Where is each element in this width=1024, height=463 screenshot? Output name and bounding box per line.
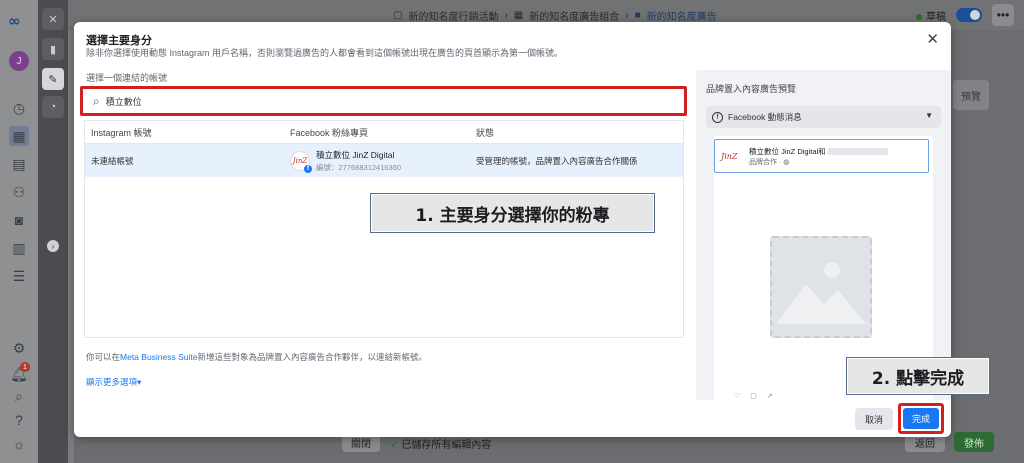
- ad-actions: ♡ ▢ ↗: [734, 393, 777, 400]
- ad-meta-text: 品牌合作 ·: [749, 158, 784, 166]
- table-row[interactable]: 未連結帳號 JinZ f 積立數位 JinZ Digital 編號：277688…: [85, 144, 683, 177]
- ad-crumb-icon: ■: [634, 10, 641, 21]
- footnote-prefix: 你可以在: [86, 352, 121, 362]
- ad-page-logo: JinZ: [721, 151, 738, 161]
- meta-logo[interactable]: ∞: [8, 12, 21, 30]
- avatar[interactable]: J: [9, 51, 29, 71]
- breadcrumb: ▢ 新的知名度行銷活動 › ▦ 新的知名度廣告組合 › ■ 新的知名度廣告: [393, 8, 717, 23]
- dashboard-icon[interactable]: ◷: [9, 98, 29, 118]
- cell-status: 受管理的帳號，品牌置入內容廣告合作關係: [476, 155, 638, 166]
- saved-status: ✓ 已儲存所有編輯內容: [390, 436, 491, 451]
- ads-manager-icon[interactable]: ▦: [9, 126, 29, 146]
- breadcrumb-separator: ›: [625, 10, 629, 21]
- check-icon: ✓: [390, 440, 399, 451]
- cell-facebook-page: JinZ f 積立數位 JinZ Digital 編號：277688312416…: [284, 149, 470, 173]
- placement-select[interactable]: f Facebook 動態消息 ▼: [706, 106, 941, 128]
- close-icon[interactable]: ✕: [926, 30, 939, 48]
- settings-icon[interactable]: ⚙: [9, 338, 29, 358]
- page-name: 積立數位 JinZ Digital: [316, 149, 395, 160]
- breadcrumb-adset[interactable]: 新的知名度廣告組合: [529, 8, 619, 23]
- ad-page-name-wrap: 積立數位 JinZ Digital和: [749, 146, 888, 157]
- breadcrumb-ad[interactable]: 新的知名度廣告: [647, 8, 717, 23]
- status-dot: [916, 13, 922, 20]
- ad-toggle[interactable]: [956, 8, 982, 22]
- more-options-button[interactable]: •••: [992, 4, 1014, 26]
- status-indicator: 草稿: [916, 8, 946, 23]
- facebook-icon: f: [712, 111, 723, 123]
- history-icon[interactable]: ◔: [42, 96, 64, 118]
- mountain-shape: [776, 284, 866, 324]
- publish-button[interactable]: 發佈: [954, 432, 994, 452]
- media-icon[interactable]: ◙: [9, 210, 29, 230]
- search-icon[interactable]: ⌕: [9, 386, 29, 406]
- notification-badge: 1: [20, 362, 30, 372]
- chart-icon[interactable]: ▮: [42, 38, 64, 60]
- bug-icon[interactable]: ☼: [9, 434, 29, 454]
- expand-icon[interactable]: ›: [47, 240, 59, 252]
- account-label: 選擇一個連結的帳號: [86, 73, 168, 83]
- modal-subtitle: 除非你選擇使用動態 Instagram 用戶名稱，否則瀏覽過廣告的人都會看到這個…: [86, 48, 564, 58]
- preview-panel-button[interactable]: 預覽: [953, 80, 989, 110]
- step2-annotation: 2. 點擊完成: [846, 357, 990, 395]
- preview-title: 品牌置入內容廣告預覽: [706, 84, 797, 94]
- placement-value: Facebook 動態消息: [728, 112, 802, 122]
- step1-annotation: 1. 主要身分選擇你的粉專: [370, 193, 655, 233]
- breadcrumb-campaign[interactable]: 新的知名度行銷活動: [408, 8, 498, 23]
- editor-toolbar: ✕ ▮ ✎ ◔: [38, 0, 68, 463]
- ad-page-name: 積立數位 JinZ Digital和: [749, 146, 826, 156]
- audience-icon[interactable]: ⚇: [9, 182, 29, 202]
- business-suite-link[interactable]: Meta Business Suite: [120, 352, 197, 362]
- status-label: 草稿: [926, 11, 946, 23]
- campaign-crumb-icon: ▢: [393, 10, 403, 21]
- table-header: Instagram 帳號 Facebook 粉絲專頁 狀態: [85, 121, 683, 144]
- page-avatar: JinZ f: [290, 150, 312, 173]
- cell-instagram: 未連結帳號: [91, 155, 134, 166]
- ad-preview-panel: 品牌置入內容廣告預覽 f Facebook 動態消息 ▼ JinZ 積立數位 J…: [696, 70, 951, 400]
- edit-icon[interactable]: ✎: [42, 68, 64, 90]
- page-logo-text: JinZ: [292, 156, 308, 165]
- account-search-input[interactable]: [105, 96, 606, 106]
- account-search[interactable]: ⌕: [80, 86, 687, 116]
- ad-header: JinZ 積立數位 JinZ Digital和 品牌合作 · ◍: [714, 139, 929, 173]
- ad-meta: 品牌合作 · ◍: [749, 157, 888, 167]
- header-facebook-page: Facebook 粉絲專頁: [290, 127, 369, 138]
- page-id: 編號：277688312416360: [316, 162, 402, 172]
- pages-icon[interactable]: ▤: [9, 154, 29, 174]
- business-icon[interactable]: ▥: [9, 238, 29, 258]
- facebook-badge-icon: f: [304, 164, 312, 173]
- image-placeholder-icon: [770, 236, 872, 338]
- done-button-highlight: 完成: [898, 403, 944, 434]
- header-instagram: Instagram 帳號: [91, 127, 152, 138]
- footnote-suffix: 新增這些對象為品牌置入內容廣告合作夥伴，以連結新帳號。: [197, 352, 428, 362]
- global-nav: ∞ J ◷ ▦ ▤ ⚇ ◙ ▥ ☰ ⚙ 🔔︎ 1 ⌕ ? ☼: [0, 0, 38, 463]
- globe-icon: ◍: [783, 158, 790, 166]
- done-button[interactable]: 完成: [903, 408, 939, 429]
- cancel-button[interactable]: 取消: [855, 408, 893, 430]
- menu-icon[interactable]: ☰: [9, 266, 29, 286]
- saved-status-text: 已儲存所有編輯內容: [401, 440, 492, 451]
- adset-crumb-icon: ▦: [513, 10, 524, 21]
- close-editor-icon[interactable]: ✕: [42, 8, 64, 30]
- redacted-name: [827, 148, 888, 156]
- header-status: 狀態: [476, 127, 495, 138]
- breadcrumb-separator: ›: [504, 10, 508, 21]
- help-icon[interactable]: ?: [9, 410, 29, 430]
- dropdown-arrow-icon: ▼: [925, 111, 933, 120]
- show-more-link[interactable]: 顯示更多選項▾: [86, 376, 141, 388]
- footnote: 你可以在Meta Business Suite新增這些對象為品牌置入內容廣告合作…: [86, 351, 427, 363]
- search-icon: ⌕: [93, 93, 100, 108]
